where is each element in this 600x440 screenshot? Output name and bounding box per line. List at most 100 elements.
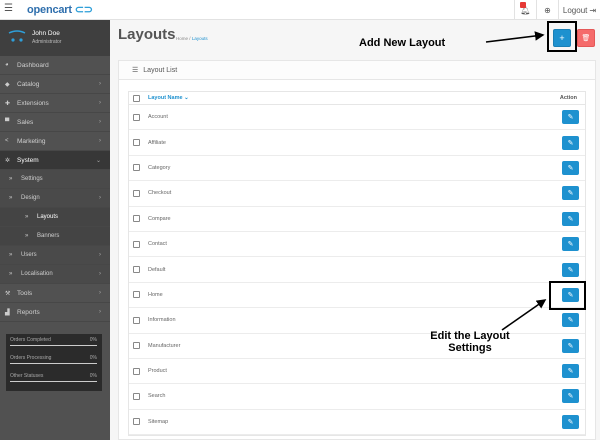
row-checkbox[interactable] <box>133 113 140 121</box>
sidebar-item-label: System <box>17 156 39 164</box>
stat-other-statuses: Other Statuses 0% <box>6 370 102 388</box>
edit-layout-button[interactable]: ✎ <box>562 338 579 353</box>
sidebar-item-tools[interactable]: ⚒ Tools › <box>0 284 110 303</box>
edit-layout-button[interactable]: ✎ <box>562 160 579 175</box>
edit-layout-button[interactable]: ✎ <box>562 313 579 328</box>
sidebar-item-users[interactable]: » Users › <box>0 246 110 265</box>
edit-annotation-line2: Settings <box>448 342 492 354</box>
sidebar-item-catalog[interactable]: ◆ Catalog › <box>0 75 110 94</box>
stat-value: 0% <box>89 373 97 379</box>
edit-layout-button[interactable]: ✎ <box>562 186 579 201</box>
pencil-icon: ✎ <box>567 164 574 172</box>
row-checkbox[interactable] <box>133 342 140 350</box>
row-checkbox[interactable] <box>133 266 140 274</box>
layout-name: Account <box>148 114 168 121</box>
edit-layout-button[interactable]: ✎ <box>562 211 579 226</box>
select-all-checkbox[interactable] <box>133 94 140 102</box>
column-header-name: Layout Name <box>148 95 183 101</box>
pencil-icon: ✎ <box>567 266 574 274</box>
sidebar-item-label: Users <box>21 252 37 258</box>
stat-value: 0% <box>89 337 97 343</box>
layout-name: Manufacturer <box>148 342 181 349</box>
puzzle-icon: ✚ <box>5 100 11 107</box>
stat-label: Other Statuses <box>10 373 44 379</box>
row-checkbox[interactable] <box>133 215 140 223</box>
breadcrumb-home[interactable]: Home <box>176 36 188 41</box>
sidebar-nav: ◕ Dashboard ◆ Catalog › ✚ Extensions › ▀ Sales… <box>0 56 110 322</box>
row-checkbox[interactable] <box>133 164 140 172</box>
row-checkbox[interactable] <box>133 189 140 197</box>
row-checkbox[interactable] <box>133 392 140 400</box>
sidebar-item-settings[interactable]: » Settings <box>0 170 110 189</box>
sidebar-item-label: Settings <box>21 176 43 182</box>
stat-bar <box>10 381 97 382</box>
row-checkbox[interactable] <box>133 139 140 147</box>
panel-heading: ☰ Layout List <box>119 61 595 80</box>
logout-label: Logout <box>562 5 588 15</box>
chevron-right-icon: › <box>99 100 101 106</box>
edit-layout-button[interactable]: ✎ <box>562 389 579 404</box>
edit-layout-button[interactable]: ✎ <box>562 414 579 429</box>
pencil-icon: ✎ <box>567 368 574 376</box>
sort-layout-name[interactable]: Layout Name ⌄ <box>148 95 189 101</box>
sidebar-item-label: Catalog <box>17 80 40 88</box>
breadcrumb-current[interactable]: Layouts <box>192 36 208 41</box>
menu-toggle-icon[interactable]: ☰ <box>4 4 14 14</box>
row-checkbox[interactable] <box>133 316 140 324</box>
sidebar-item-extensions[interactable]: ✚ Extensions › <box>0 94 110 113</box>
user-role: Administrator <box>32 39 62 45</box>
user-profile[interactable]: John Doe Administrator <box>0 20 110 56</box>
breadcrumb-separator: / <box>189 36 191 41</box>
bar-chart-icon: ▟ <box>5 309 10 316</box>
edit-layout-button[interactable]: ✎ <box>562 237 579 252</box>
stat-bar <box>10 345 97 346</box>
dashboard-icon: ◕ <box>5 62 9 68</box>
double-chevron-icon: » <box>9 195 13 201</box>
layout-name: Contact <box>148 241 167 248</box>
main-content: Layouts Home / Layouts + 🗑︎ ☰ Layout Lis… <box>110 20 600 440</box>
logout-button[interactable]: Logout ⇥ <box>558 0 600 20</box>
opencart-logo[interactable]: opencart ⊂⊃ <box>27 3 93 16</box>
sidebar-item-dashboard[interactable]: ◕ Dashboard <box>0 56 110 75</box>
pencil-icon: ✎ <box>567 215 574 223</box>
sidebar: John Doe Administrator ◕ Dashboard ◆ Catal… <box>0 20 110 440</box>
sidebar-item-label: Sales <box>17 118 34 126</box>
row-checkbox[interactable] <box>133 367 140 375</box>
life-ring-icon: ⊕ <box>544 5 551 15</box>
notifications-button[interactable]: 🔔︎ <box>514 0 536 20</box>
sidebar-item-localisation[interactable]: » Localisation › <box>0 265 110 284</box>
stat-orders-processing: Orders Processing 0% <box>6 352 102 370</box>
layout-table: Layout Name ⌄ Action Account ✎ Affiliate ✎ C… <box>128 91 586 437</box>
sidebar-item-system[interactable]: ✲ System ⌄ <box>0 151 110 170</box>
sidebar-item-label: Banners <box>37 233 60 239</box>
sidebar-item-sales[interactable]: ▀ Sales › <box>0 113 110 132</box>
sidebar-item-reports[interactable]: ▟ Reports › <box>0 303 110 322</box>
order-stats: Orders Completed 0% Orders Processing 0% O… <box>6 334 102 391</box>
row-checkbox[interactable] <box>133 418 140 426</box>
page-title: Layouts <box>118 26 176 43</box>
layout-name: Home <box>148 291 163 298</box>
edit-layout-button[interactable]: ✎ <box>562 110 579 125</box>
pencil-icon: ✎ <box>567 342 574 350</box>
edit-layout-button[interactable]: ✎ <box>562 262 579 277</box>
table-row: Compare ✎ <box>129 207 585 232</box>
layout-name: Affiliate <box>148 139 166 146</box>
table-row: Affiliate ✎ <box>129 130 585 156</box>
double-chevron-icon: » <box>9 271 13 277</box>
row-checkbox[interactable] <box>133 240 140 248</box>
column-header-action: Action <box>559 95 577 101</box>
caret-down-icon: ⌄ <box>184 95 189 101</box>
sidebar-item-label: Marketing <box>17 137 46 145</box>
delete-button[interactable]: 🗑︎ <box>577 29 595 47</box>
edit-layout-button[interactable]: ✎ <box>562 364 579 379</box>
sidebar-item-banners[interactable]: » Banners <box>0 227 110 246</box>
sidebar-item-layouts[interactable]: » Layouts <box>0 208 110 227</box>
sidebar-item-marketing[interactable]: < Marketing › <box>0 132 110 151</box>
cog-icon: ✲ <box>5 157 11 164</box>
wrench-icon: ⚒ <box>5 290 11 297</box>
edit-layout-button[interactable]: ✎ <box>562 135 579 150</box>
sidebar-item-design[interactable]: » Design › <box>0 189 110 208</box>
pencil-icon: ✎ <box>567 139 574 147</box>
row-checkbox[interactable] <box>133 291 140 299</box>
help-button[interactable]: ⊕ <box>536 0 558 20</box>
